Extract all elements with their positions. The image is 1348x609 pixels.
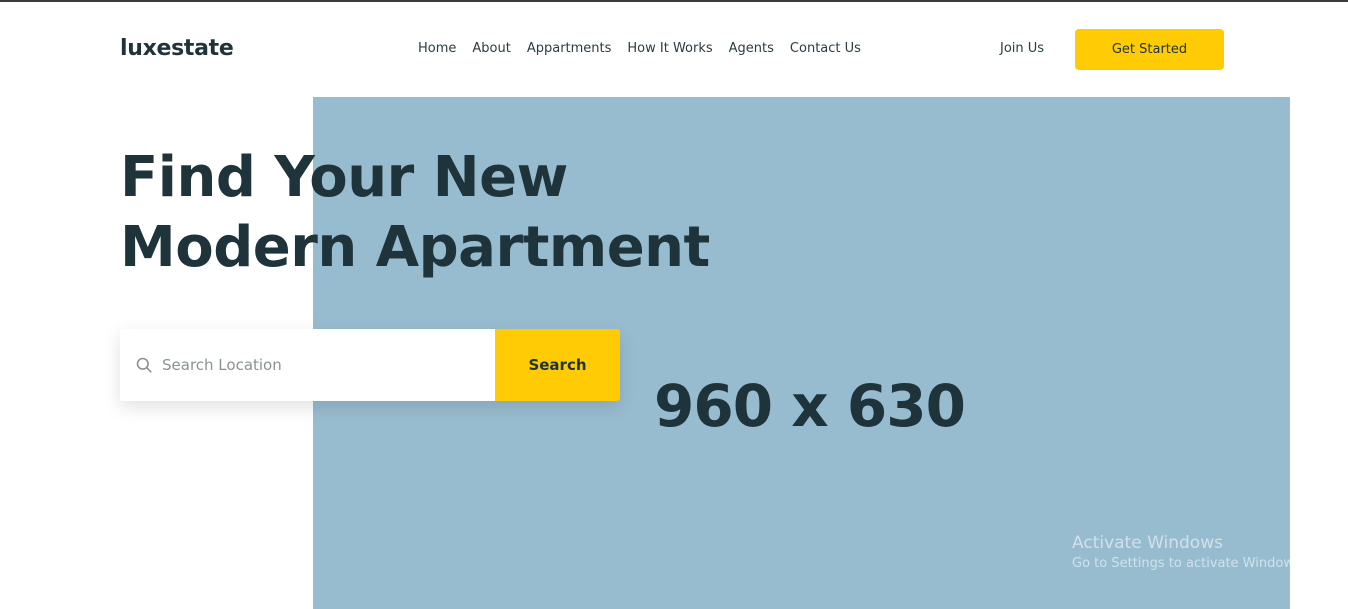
activate-windows-watermark: Activate Windows Go to Settings to activ… [1072,533,1305,571]
get-started-button[interactable]: Get Started [1075,29,1224,70]
main-nav: Home About Appartments How It Works Agen… [418,41,861,56]
hero-headline-line-1: Find Your New [120,145,568,210]
nav-item-agents[interactable]: Agents [729,41,774,56]
location-search-bar: Search [120,329,620,401]
brand-logo[interactable]: luxestate [120,36,234,61]
search-field-wrapper [120,329,495,401]
join-us-link[interactable]: Join Us [1000,41,1044,56]
nav-item-contact-us[interactable]: Contact Us [790,41,861,56]
watermark-title: Activate Windows [1072,533,1223,553]
nav-item-appartments[interactable]: Appartments [527,41,612,56]
nav-item-about[interactable]: About [472,41,510,56]
hero-headline: Find Your New Modern Apartment [120,143,710,283]
hero-headline-line-2: Modern Apartment [120,215,710,280]
nav-item-home[interactable]: Home [418,41,456,56]
nav-item-how-it-works[interactable]: How It Works [627,41,712,56]
watermark-subtitle: Go to Settings to activate Windows. [1072,556,1305,571]
search-button[interactable]: Search [495,329,620,401]
hero-image-placeholder-label: 960 x 630 [654,372,966,440]
top-border [0,0,1348,2]
search-icon [136,357,152,373]
search-location-input[interactable] [162,356,482,374]
